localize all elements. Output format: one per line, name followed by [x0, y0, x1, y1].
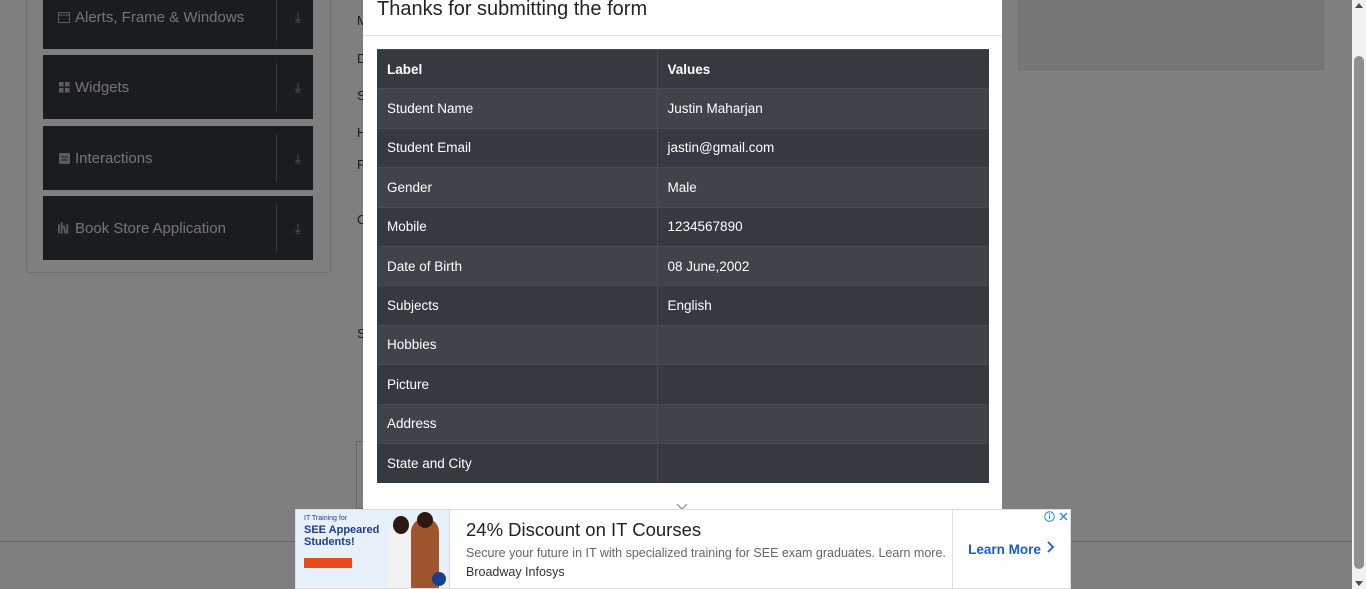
table-cell-label: Hobbies [377, 324, 658, 365]
scrollbar-thumb[interactable] [1354, 56, 1364, 569]
table-row: Student Name Justin Maharjan [377, 88, 989, 129]
table-cell-label: Picture [377, 364, 658, 405]
submission-table: Label Values Student Name Justin Maharja… [377, 48, 989, 483]
table-row: Subjects English [377, 285, 989, 326]
table-header-cell: Label [377, 48, 658, 89]
table-cell-value: Justin Maharjan [657, 88, 989, 129]
table-cell-label: Gender [377, 167, 658, 208]
ad-headline[interactable]: 24% Discount on IT Courses [466, 519, 701, 541]
ad-controls [1043, 511, 1069, 523]
page-scrollbar[interactable] [1352, 0, 1366, 589]
table-cell-value [657, 403, 989, 444]
ad-info-icon[interactable] [1043, 511, 1055, 523]
modal-header: Thanks for submitting the form [363, 0, 1002, 36]
table-cell-label: Address [377, 403, 658, 444]
table-cell-label: Mobile [377, 206, 658, 247]
ad-image-title: SEE Appeared Students! [304, 524, 380, 548]
table-cell-label: Date of Birth [377, 245, 658, 286]
table-row: Mobile 1234567890 [377, 206, 989, 247]
scroll-down-icon[interactable] [1355, 581, 1363, 586]
table-cell-label: State and City [377, 442, 658, 483]
table-row: State and City [377, 442, 989, 483]
ad-brand: Broadway Infosys [466, 565, 565, 579]
ad-description: Secure your future in IT with specialize… [466, 546, 946, 560]
chevron-right-icon [1047, 540, 1055, 558]
table-cell-value [657, 324, 989, 365]
table-row: Date of Birth 08 June,2002 [377, 245, 989, 286]
table-cell-value: 08 June,2002 [657, 245, 989, 286]
submission-modal: Thanks for submitting the form Label Val… [363, 0, 1002, 518]
table-row: Address [377, 403, 989, 444]
scroll-up-icon[interactable] [1355, 3, 1363, 8]
logo-badge-icon [432, 572, 446, 586]
ad-close-icon[interactable] [1057, 511, 1069, 523]
table-cell-value [657, 364, 989, 405]
table-cell-value: jastin@gmail.com [657, 127, 989, 168]
table-header-cell: Values [657, 48, 989, 89]
ad-image-caption: IT Training for [304, 515, 348, 522]
table-row: Hobbies [377, 324, 989, 365]
ad-text[interactable]: 24% Discount on IT Courses Secure your f… [450, 510, 952, 588]
modal-title: Thanks for submitting the form [377, 0, 648, 20]
table-row: Gender Male [377, 167, 989, 208]
table-cell-value: English [657, 285, 989, 326]
table-cell-value [657, 442, 989, 483]
table-cell-label: Student Email [377, 127, 658, 168]
ad-image[interactable]: IT Training for SEE Appeared Students! [296, 510, 450, 588]
table-header-row: Label Values [377, 48, 989, 89]
table-cell-value: Male [657, 167, 989, 208]
table-cell-value: 1234567890 [657, 206, 989, 247]
ad-banner[interactable]: IT Training for SEE Appeared Students! 2… [295, 509, 1071, 589]
table-row: Student Email jastin@gmail.com [377, 127, 989, 168]
learn-more-label: Learn More [968, 541, 1041, 557]
table-cell-label: Student Name [377, 88, 658, 129]
table-cell-label: Subjects [377, 285, 658, 326]
table-row: Picture [377, 364, 989, 405]
